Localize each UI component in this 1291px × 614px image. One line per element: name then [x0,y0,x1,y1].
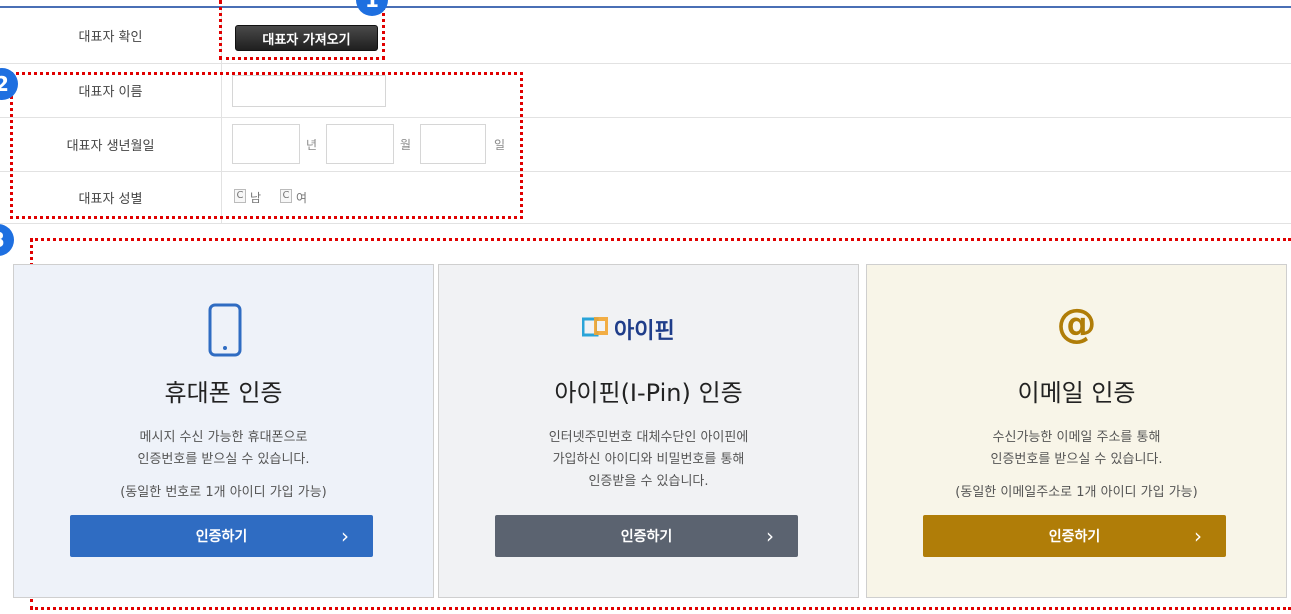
email-auth-desc: 수신가능한 이메일 주소를 통해 인증번호를 받으실 수 있습니다. [990,430,1163,467]
ipin-logo-mark-icon [582,317,608,337]
ipin-logo-text: 아이핀 [614,319,675,344]
ipin-logo: 아이핀 [582,309,722,345]
ipin-auth-title: 아이핀(I-Pin) 인증 [554,379,743,407]
phone-auth-note: (동일한 번호로 1개 아이디 가입 가능) [120,485,327,500]
phone-auth-button[interactable]: 인증하기 › [70,515,373,557]
email-auth-note: (동일한 이메일주소로 1개 아이디 가입 가능) [955,485,1198,500]
phone-auth-desc: 메시지 수신 가능한 휴대폰으로 인증번호를 받으실 수 있습니다. [137,430,310,467]
rep-confirm-row: 대표자 확인 [0,8,1291,64]
email-auth-title: 이메일 인증 [1017,379,1136,407]
ipin-auth-desc: 인터넷주민번호 대체수단인 아이핀에 가입하신 아이디와 비밀번호를 통해 인증… [548,430,749,489]
email-auth-button-label: 인증하기 [1048,529,1101,545]
email-auth-card: @ 이메일 인증 수신가능한 이메일 주소를 통해 인증번호를 받으실 수 있습… [866,264,1287,598]
step-badge-3: 3 [0,224,14,256]
phone-auth-title: 휴대폰 인증 [164,379,283,407]
email-auth-button[interactable]: 인증하기 › [923,515,1226,557]
phone-auth-button-label: 인증하기 [195,529,248,545]
ipin-auth-button-label: 인증하기 [620,529,673,545]
rep-confirm-label: 대표자 확인 [0,8,222,63]
at-sign-icon: @ [1056,301,1097,347]
chevron-right-icon: › [341,524,349,548]
ipin-auth-button[interactable]: 인증하기 › [495,515,798,557]
phone-auth-card: 휴대폰 인증 메시지 수신 가능한 휴대폰으로 인증번호를 받으실 수 있습니다… [13,264,434,598]
highlight-box-2 [10,72,523,219]
chevron-right-icon: › [766,524,774,548]
chevron-right-icon: › [1194,524,1202,548]
mobile-phone-icon [208,303,242,357]
ipin-auth-card: 아이핀 아이핀(I-Pin) 인증 인터넷주민번호 대체수단인 아이핀에 가입하… [438,264,859,598]
